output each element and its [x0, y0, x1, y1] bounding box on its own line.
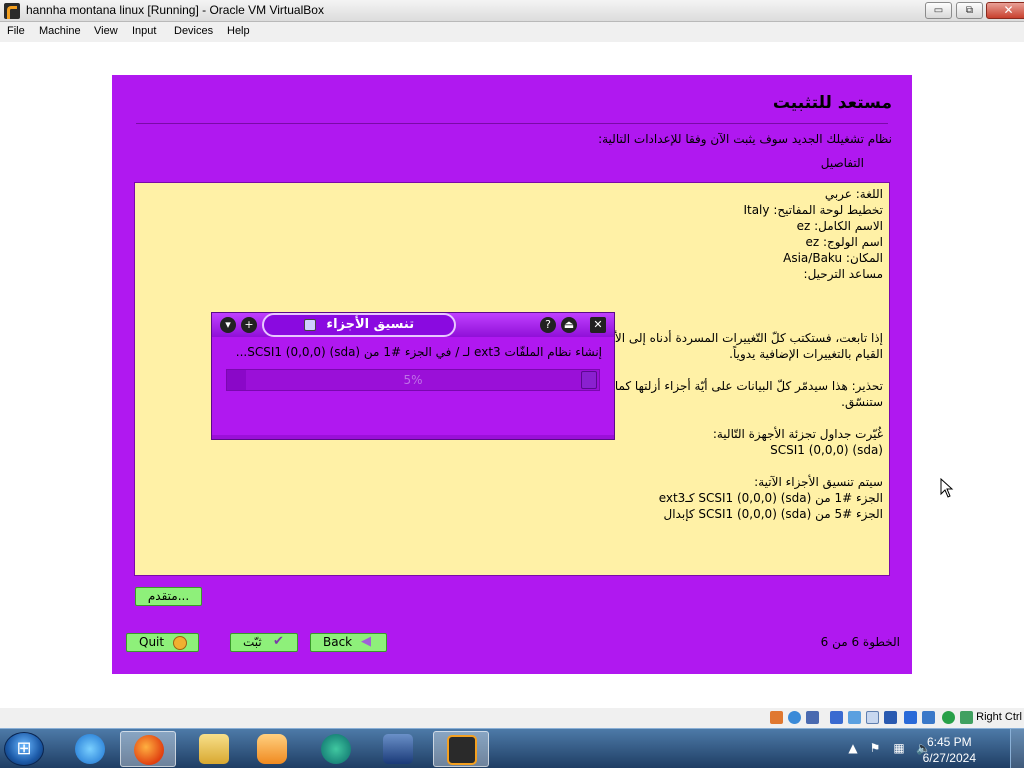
dialog-menu-icon[interactable]: ▾ [220, 317, 236, 333]
quit-button-label: Quit [139, 635, 165, 649]
taskbar-ie[interactable] [62, 731, 118, 767]
back-button-label: Back [323, 635, 353, 649]
firefox-icon [134, 735, 164, 765]
checkmark-icon: ✔ [273, 634, 284, 649]
summary-line: اسم الولوج: ez [805, 235, 883, 249]
virtualbox-icon [383, 734, 413, 764]
virtualbox-app-icon [4, 3, 20, 19]
taskbar: ▲ ⚑ ▦ 🔈 6:45 PM 6/27/2024 [0, 728, 1024, 768]
window-title: hannha montana linux [Running] - Oracle … [26, 3, 324, 17]
details-label: التفاصيل [820, 156, 864, 170]
cpu-icon[interactable] [942, 711, 955, 724]
display-icon[interactable] [884, 711, 897, 724]
dialog-close-icon[interactable]: ✕ [590, 317, 606, 333]
install-button-label: ثبّت [243, 635, 262, 649]
advanced-button-label: متقدم... [147, 589, 190, 603]
shared-folders-icon[interactable] [866, 711, 879, 724]
menu-bar: File Machine View Input Devices Help [0, 22, 1024, 42]
hard-disk-icon[interactable] [770, 711, 783, 724]
menu-machine[interactable]: Machine [39, 25, 81, 37]
menu-view[interactable]: View [94, 25, 118, 37]
mouse-integration-icon[interactable] [922, 711, 935, 724]
start-button[interactable] [4, 732, 44, 766]
progress-text: 5% [403, 373, 423, 387]
summary-line: مساعد الترحيل: [803, 267, 883, 281]
summary-line: سيتم تنسيق الأجزاء الآتية: [754, 475, 883, 489]
dialog-message: إنشاء نظام الملفّات ext3 لـ / في الجزء #… [235, 345, 602, 359]
summary-line: إذا تابعت، فستكتب كلّ التّغييرات المسردة… [614, 331, 883, 345]
summary-line: غُيّرت جداول تجزئة الأجهزة التّالية: [712, 427, 883, 441]
taskbar-media-player[interactable] [244, 731, 300, 767]
vm-statusbar: Right Ctrl [0, 708, 1024, 728]
summary-line: تحذير: هذا سيدمّر كلّ البيانات على أيّة … [614, 379, 883, 393]
installer-subtitle: نظام تشغيلك الجديد سوف يثبت الآن وفقا لل… [598, 132, 892, 146]
summary-line: SCSI1 (0,0,0) (sda) [770, 443, 883, 457]
menu-input[interactable]: Input [132, 25, 156, 37]
summary-line: ستنسّق. [841, 395, 883, 409]
network-tray-icon[interactable]: ▦ [892, 741, 906, 755]
taskbar-firefox[interactable] [120, 731, 176, 767]
summary-line: المكان: Asia/Baku [783, 251, 883, 265]
mouse-cursor-icon [940, 477, 954, 498]
taskbar-app-teal[interactable] [308, 731, 364, 767]
action-center-flag-icon[interactable]: ⚑ [868, 741, 882, 755]
back-button[interactable]: Back ◀ [310, 633, 387, 652]
window-titlebar: hannha montana linux [Running] - Oracle … [0, 0, 1024, 22]
step-indicator: الخطوة 6 من 6 [820, 635, 900, 649]
heading-divider [136, 123, 888, 124]
usb-icon[interactable] [848, 711, 861, 724]
menu-file[interactable]: File [7, 25, 25, 37]
clock-date: 6/27/2024 [922, 751, 976, 765]
internet-explorer-icon [75, 734, 105, 764]
dialog-title-tab: تنسيق الأجزاء [262, 313, 456, 337]
keyboard-capture-icon[interactable] [960, 711, 973, 724]
progress-bar: 5% [226, 369, 600, 391]
format-partitions-dialog[interactable]: ▾ + تنسيق الأجزاء ? ⏏ ✕ إنشاء نظام الملف… [211, 312, 615, 440]
shade-icon[interactable]: ⏏ [561, 317, 577, 333]
summary-line: اللغة: عربي [824, 187, 883, 201]
quit-button[interactable]: Quit [126, 633, 199, 652]
menu-help[interactable]: Help [227, 25, 250, 37]
summary-line: الاسم الكامل: ez [796, 219, 883, 233]
clock-time: 6:45 PM [926, 735, 972, 749]
back-arrow-icon: ◀ [361, 634, 371, 649]
vm-window-icon [447, 735, 477, 765]
taskbar-virtualbox[interactable] [370, 731, 426, 767]
network-icon[interactable] [830, 711, 843, 724]
minimize-button[interactable]: ▭ [925, 2, 952, 19]
teal-app-icon [321, 734, 351, 764]
help-icon[interactable]: ? [540, 317, 556, 333]
audio-icon[interactable] [806, 711, 819, 724]
optical-drive-icon[interactable] [788, 711, 801, 724]
folder-icon [199, 734, 229, 764]
media-player-icon [257, 734, 287, 764]
summary-line: الجزء #1 من SCSI1 (0,0,0) (sda) كـext3 [658, 491, 883, 505]
dialog-title: تنسيق الأجزاء [326, 317, 415, 332]
install-button[interactable]: ثبّت ✔ [230, 633, 298, 652]
quit-icon [173, 636, 187, 650]
disk-icon [303, 318, 316, 331]
close-button[interactable]: ✕ [986, 2, 1024, 19]
summary-line: الجزء #5 من SCSI1 (0,0,0) (sda) كإبدال [663, 507, 884, 521]
show-desktop-button[interactable] [1010, 729, 1024, 768]
installer-heading: مستعد للتثبيت [772, 93, 892, 113]
restore-button[interactable]: ⧉ [956, 2, 983, 19]
summary-line: القيام بالتغييرات الإضافية يدوياً. [729, 347, 883, 361]
advanced-button[interactable]: متقدم... [135, 587, 202, 606]
dialog-titlebar[interactable]: ▾ + تنسيق الأجزاء ? ⏏ ✕ [212, 313, 614, 337]
menu-devices[interactable]: Devices [174, 25, 213, 37]
system-clock[interactable]: 6:45 PM 6/27/2024 [923, 733, 976, 765]
dialog-bottom-border [212, 435, 614, 439]
video-capture-icon[interactable] [904, 711, 917, 724]
summary-line: تخطيط لوحة المفاتيح: Italy [743, 203, 883, 217]
dialog-plus-icon[interactable]: + [241, 317, 257, 333]
taskbar-vm-window[interactable] [433, 731, 489, 767]
show-hidden-icons-icon[interactable]: ▲ [846, 741, 860, 755]
host-key-label: Right Ctrl [976, 711, 1022, 723]
taskbar-explorer[interactable] [186, 731, 242, 767]
